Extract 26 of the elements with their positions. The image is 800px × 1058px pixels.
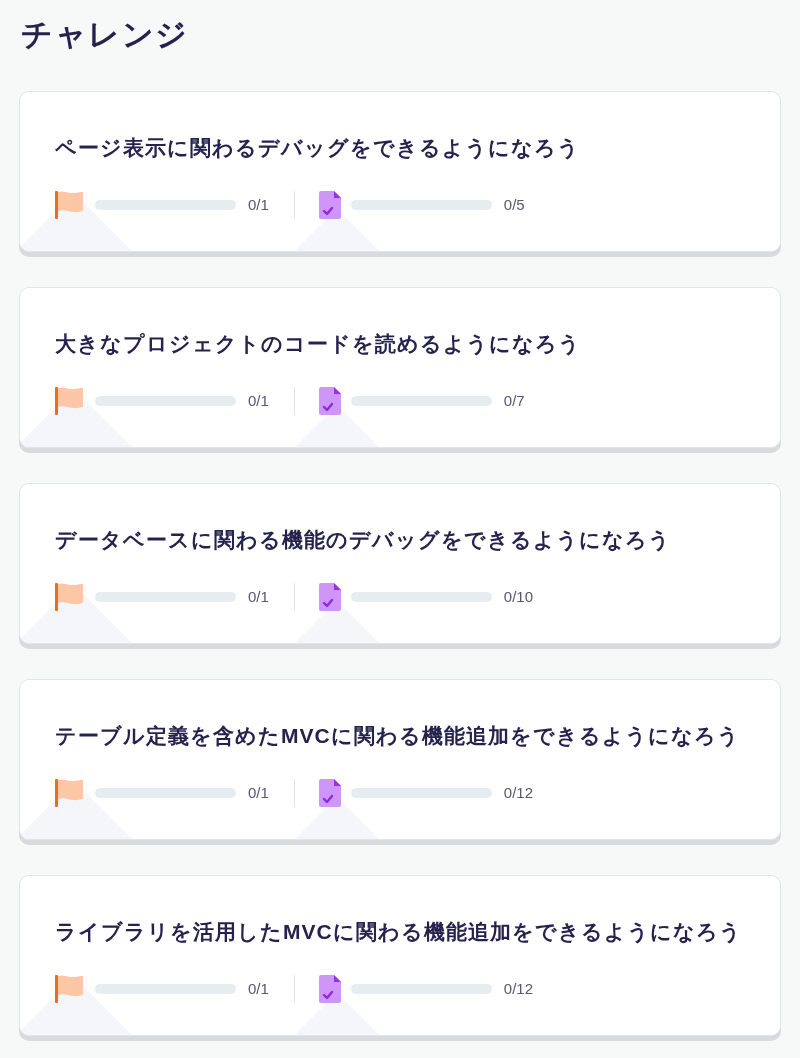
flag-icon (55, 975, 83, 1003)
flag-icon (55, 583, 83, 611)
flag-icon (55, 387, 83, 415)
progress-count: 0/1 (248, 587, 269, 607)
document-check-icon (318, 779, 341, 807)
progress-count: 0/5 (503, 195, 525, 215)
challenge-title: テーブル定義を含めたMVCに関わる機能追加をできるようになろう (55, 723, 741, 750)
flag-icon (55, 779, 83, 807)
challenge-title: データベースに関わる機能のデバッグをできるようになろう (55, 527, 672, 554)
progress-count: 0/10 (503, 587, 534, 607)
flag-icon (55, 191, 83, 219)
progress-count: 0/1 (248, 783, 269, 803)
document-check-icon (318, 387, 341, 415)
page-title: チャレンジ (20, 16, 190, 54)
progress-count: 0/1 (248, 979, 269, 999)
progress-count: 0/12 (503, 979, 534, 999)
progress-count: 0/1 (248, 195, 269, 215)
document-check-icon (318, 583, 341, 611)
challenge-title: ライブラリを活用したMVCに関わる機能追加をできるようになろう (55, 919, 743, 946)
progress-count: 0/7 (503, 391, 525, 411)
document-check-icon (318, 975, 341, 1003)
progress-count: 0/1 (248, 391, 269, 411)
challenge-title: ページ表示に関わるデバッグをできるようになろう (55, 135, 581, 162)
challenge-title: 大きなプロジェクトのコードを読めるようになろう (55, 331, 582, 358)
document-check-icon (318, 191, 341, 219)
progress-count: 0/12 (503, 783, 534, 803)
